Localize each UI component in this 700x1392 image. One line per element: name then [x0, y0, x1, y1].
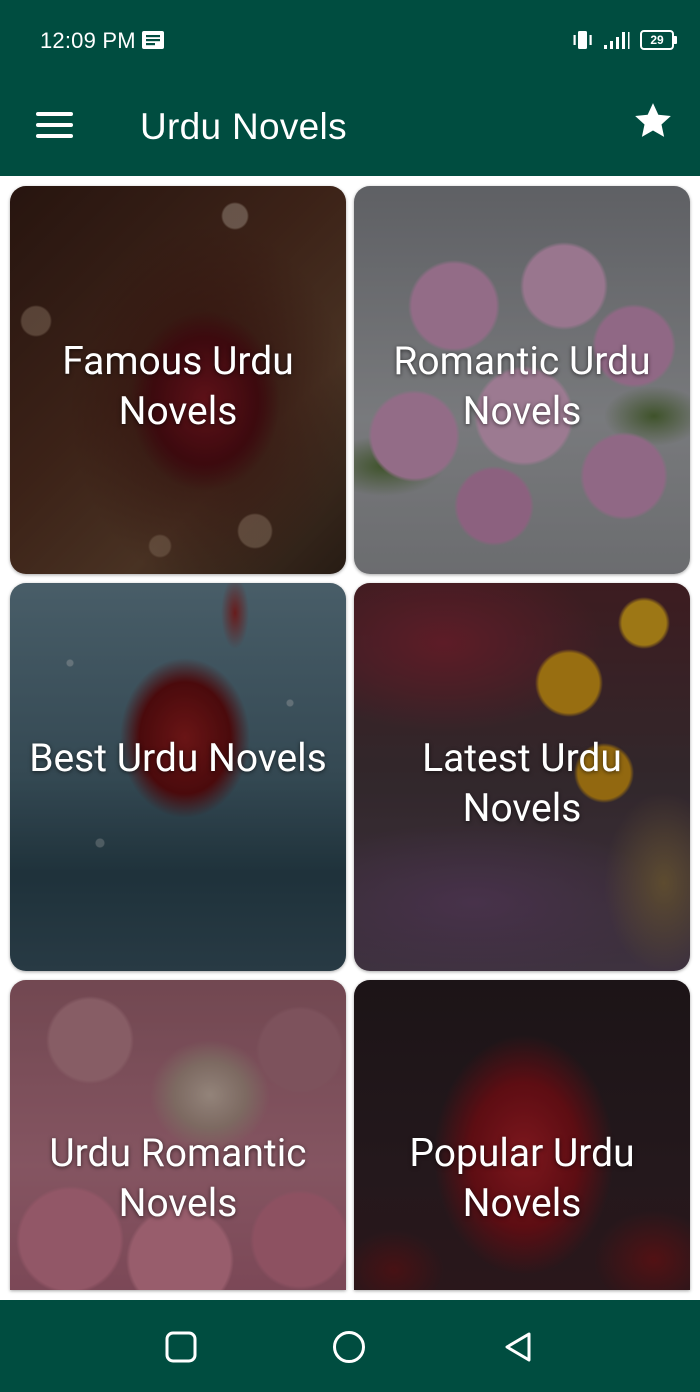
- back-button[interactable]: [501, 1330, 535, 1364]
- category-title: Romantic Urdu Novels: [393, 338, 651, 434]
- app-bar: Urdu Novels: [0, 84, 700, 176]
- recents-button[interactable]: [164, 1330, 198, 1364]
- category-card-latest[interactable]: Latest Urdu Novels: [354, 583, 690, 971]
- category-card-famous[interactable]: Famous Urdu Novels: [10, 186, 346, 574]
- menu-icon[interactable]: [36, 112, 74, 142]
- navigation-bar: [0, 1300, 700, 1392]
- vibrate-icon: [573, 31, 592, 49]
- category-title: Best Urdu Novels: [29, 735, 327, 781]
- category-card-best[interactable]: Best Urdu Novels: [10, 583, 346, 971]
- signal-icon: [604, 32, 630, 49]
- home-button[interactable]: [332, 1330, 366, 1364]
- category-title: Popular Urdu Novels: [409, 1130, 635, 1226]
- category-card-urdu-romantic[interactable]: Urdu Romantic Novels: [10, 980, 346, 1290]
- category-card-romantic[interactable]: Romantic Urdu Novels: [354, 186, 690, 574]
- status-bar: 12:09 PM 29: [0, 0, 700, 84]
- category-card-popular[interactable]: Popular Urdu Novels: [354, 980, 690, 1290]
- status-time: 12:09 PM: [40, 28, 136, 53]
- category-title: Famous Urdu Novels: [62, 338, 294, 434]
- status-icons: 29: [572, 30, 677, 50]
- category-title: Latest Urdu Novels: [422, 735, 622, 831]
- category-grid: Famous Urdu Novels Romantic Urdu Novels …: [10, 186, 690, 1290]
- star-icon[interactable]: [632, 100, 674, 142]
- message-icon: [142, 31, 164, 49]
- battery-level: 29: [650, 33, 664, 47]
- category-title: Urdu Romantic Novels: [49, 1130, 307, 1226]
- app-title: Urdu Novels: [140, 106, 347, 147]
- battery-icon: 29: [640, 30, 677, 50]
